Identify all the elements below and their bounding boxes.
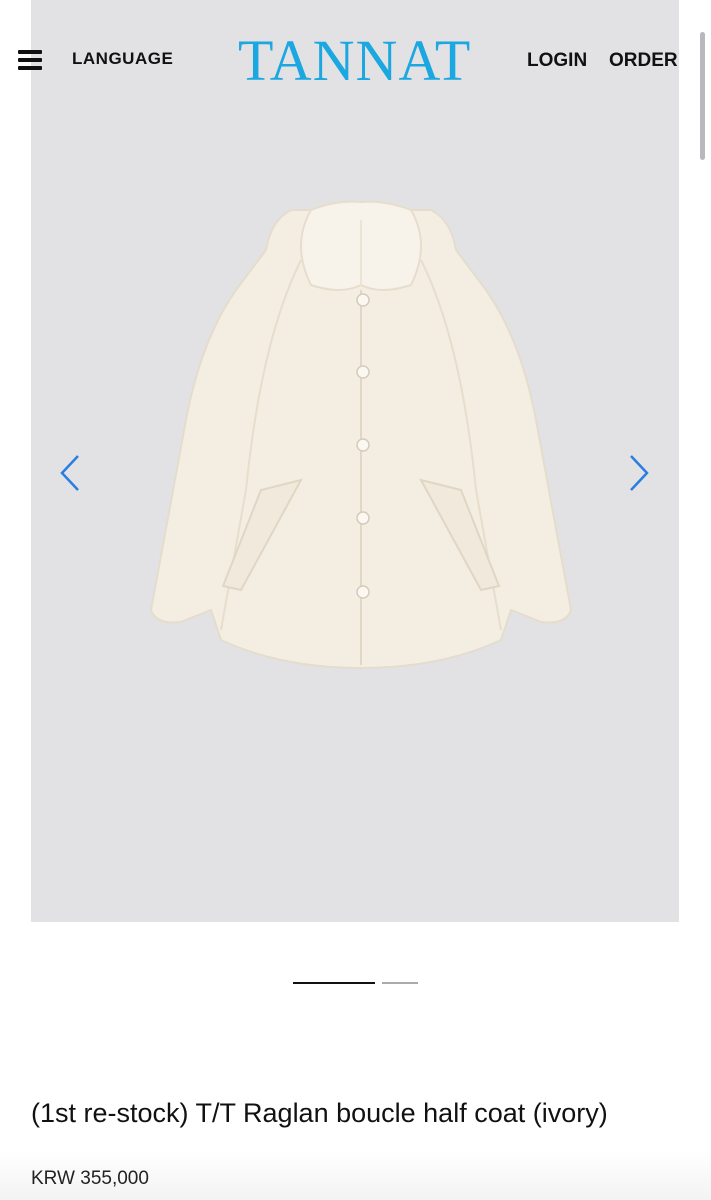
hamburger-menu-icon[interactable] xyxy=(18,50,42,70)
site-header: LANGUAGE TANNAT LOGIN ORDER xyxy=(0,0,711,120)
order-link[interactable]: ORDER xyxy=(609,50,678,72)
product-image xyxy=(149,200,573,670)
product-title: (1st re-stock) T/T Raglan boucle half co… xyxy=(31,1098,608,1128)
product-image-gallery[interactable] xyxy=(31,0,679,922)
slide-indicator[interactable] xyxy=(382,982,418,984)
product-price: KRW 355,000 xyxy=(31,1168,149,1189)
chevron-right-icon[interactable] xyxy=(623,450,653,496)
brand-logo[interactable]: TANNAT xyxy=(238,28,471,94)
chevron-left-icon[interactable] xyxy=(56,450,86,496)
product-page: LANGUAGE TANNAT LOGIN ORDER (1st re-stoc… xyxy=(0,0,711,1200)
login-link[interactable]: LOGIN xyxy=(527,50,587,72)
slide-indicator-active[interactable] xyxy=(293,982,375,984)
scrollbar[interactable] xyxy=(700,32,705,160)
language-link[interactable]: LANGUAGE xyxy=(72,49,173,69)
